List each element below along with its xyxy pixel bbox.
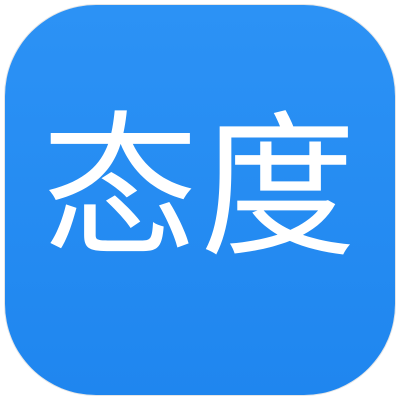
icon-canvas: 态度 xyxy=(0,0,400,400)
app-icon-label: 态度 xyxy=(42,97,358,279)
app-icon[interactable]: 态度 xyxy=(4,4,396,396)
